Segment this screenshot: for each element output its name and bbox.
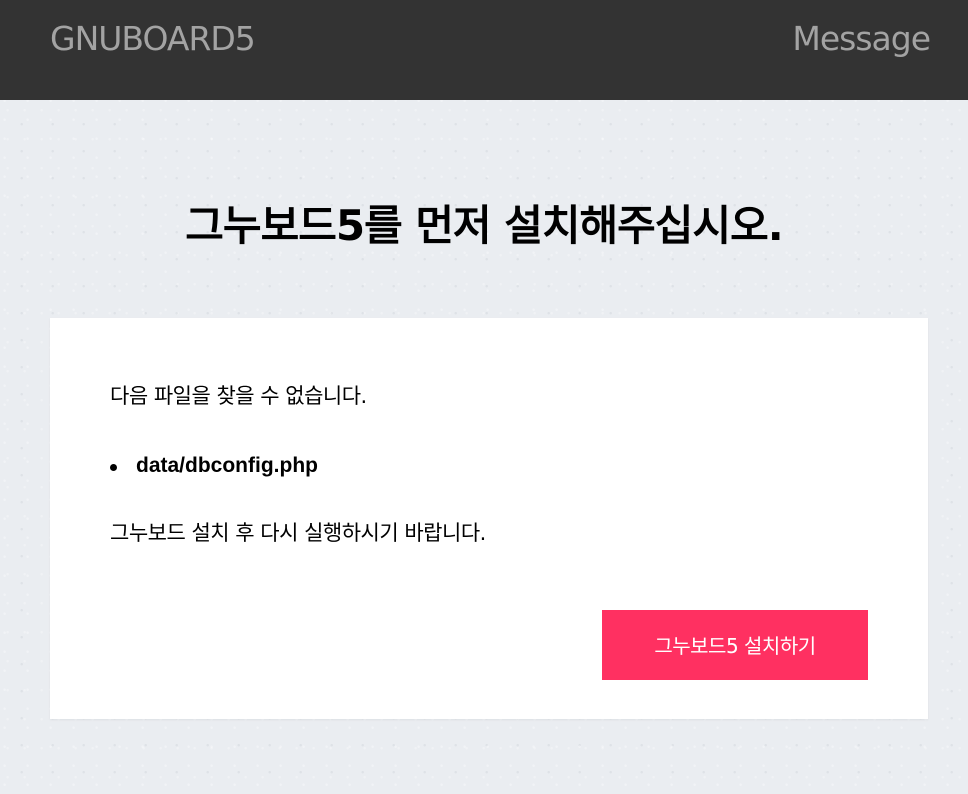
retry-message: 그누보드 설치 후 다시 실행하시기 바랍니다. bbox=[110, 521, 486, 545]
install-gnuboard-button[interactable]: 그누보드5 설치하기 bbox=[602, 610, 868, 680]
page-title: 그누보드5를 먼저 설치해주십시오. bbox=[185, 201, 783, 250]
bullet-icon bbox=[110, 464, 117, 471]
message-panel: 다음 파일을 찾을 수 없습니다. data/dbconfig.php 그누보드… bbox=[50, 318, 928, 719]
missing-file-path: data/dbconfig.php bbox=[136, 454, 318, 477]
missing-file-item: data/dbconfig.php bbox=[110, 452, 318, 480]
header-bar: GNUBOARD5 Message bbox=[0, 0, 968, 100]
brand-logo[interactable]: GNUBOARD5 bbox=[50, 19, 256, 59]
header-title: Message bbox=[792, 19, 931, 58]
missing-file-list: data/dbconfig.php bbox=[110, 452, 318, 480]
missing-files-notice: 다음 파일을 찾을 수 없습니다. bbox=[110, 384, 367, 408]
